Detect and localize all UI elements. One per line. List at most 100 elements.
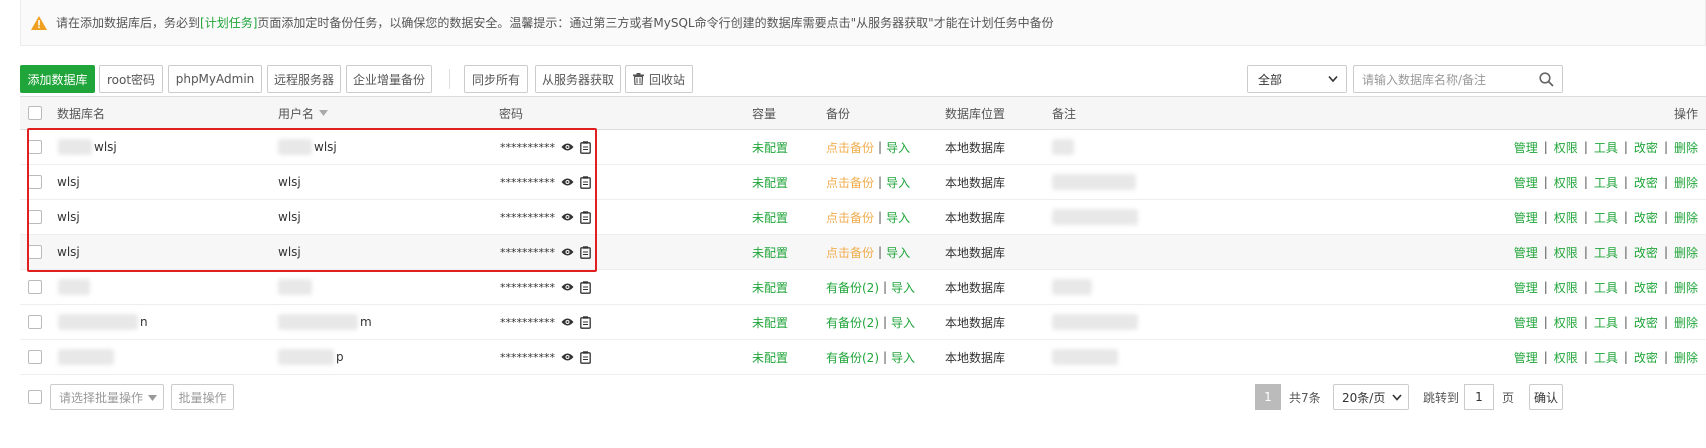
action-perm-link[interactable]: 权限: [1554, 314, 1578, 331]
backup-link[interactable]: 点击备份: [826, 244, 874, 261]
eye-icon[interactable]: [561, 317, 574, 327]
action-manage-link[interactable]: 管理: [1514, 174, 1538, 191]
capacity-status[interactable]: 未配置: [752, 270, 788, 304]
import-link[interactable]: 导入: [891, 279, 915, 296]
database-search-input[interactable]: 请输入数据库名称/备注: [1353, 65, 1563, 93]
action-perm-link[interactable]: 权限: [1554, 244, 1578, 261]
capacity-status[interactable]: 未配置: [752, 165, 788, 199]
import-link[interactable]: 导入: [886, 174, 910, 191]
copy-icon[interactable]: [580, 245, 591, 259]
action-perm-link[interactable]: 权限: [1554, 139, 1578, 156]
backup-link[interactable]: 点击备份: [826, 209, 874, 226]
row-checkbox[interactable]: [28, 210, 42, 224]
copy-icon[interactable]: [580, 280, 591, 294]
header-name[interactable]: 数据库名: [57, 97, 105, 129]
action-delete-link[interactable]: 删除: [1674, 209, 1698, 226]
backup-link[interactable]: 点击备份: [826, 139, 874, 156]
import-link[interactable]: 导入: [886, 244, 910, 261]
goto-confirm-button[interactable]: 确认: [1529, 384, 1563, 410]
backup-link[interactable]: 点击备份: [826, 174, 874, 191]
action-perm-link[interactable]: 权限: [1554, 209, 1578, 226]
footer-select-all-checkbox[interactable]: [28, 390, 42, 404]
enterprise-backup-button[interactable]: 企业增量备份: [346, 65, 432, 93]
action-perm-link[interactable]: 权限: [1554, 349, 1578, 366]
eye-icon[interactable]: [561, 282, 574, 292]
capacity-status[interactable]: 未配置: [752, 200, 788, 234]
copy-icon[interactable]: [580, 175, 591, 189]
row-checkbox[interactable]: [28, 315, 42, 329]
action-delete-link[interactable]: 删除: [1674, 349, 1698, 366]
header-user[interactable]: 用户名: [278, 97, 329, 129]
action-manage-link[interactable]: 管理: [1514, 209, 1538, 226]
import-link[interactable]: 导入: [891, 349, 915, 366]
action-tools-link[interactable]: 工具: [1594, 349, 1618, 366]
capacity-status[interactable]: 未配置: [752, 130, 788, 164]
action-manage-link[interactable]: 管理: [1514, 139, 1538, 156]
action-tools-link[interactable]: 工具: [1594, 244, 1618, 261]
backup-link[interactable]: 有备份(2): [826, 279, 879, 296]
fetch-from-server-button[interactable]: 从服务器获取: [535, 65, 621, 93]
action-change_pwd-link[interactable]: 改密: [1634, 209, 1658, 226]
capacity-status[interactable]: 未配置: [752, 235, 788, 269]
eye-icon[interactable]: [561, 247, 574, 257]
eye-icon[interactable]: [561, 177, 574, 187]
goto-page-input[interactable]: 1: [1464, 384, 1494, 410]
root-password-button[interactable]: root密码: [99, 65, 163, 93]
select-all-checkbox[interactable]: [28, 106, 42, 120]
import-link[interactable]: 导入: [886, 209, 910, 226]
search-icon[interactable]: [1539, 72, 1554, 87]
separator: |: [1623, 350, 1628, 364]
action-manage-link[interactable]: 管理: [1514, 314, 1538, 331]
row-checkbox[interactable]: [28, 140, 42, 154]
action-change_pwd-link[interactable]: 改密: [1634, 174, 1658, 191]
action-perm-link[interactable]: 权限: [1554, 279, 1578, 296]
row-checkbox[interactable]: [28, 280, 42, 294]
capacity-status[interactable]: 未配置: [752, 340, 788, 374]
import-link[interactable]: 导入: [886, 139, 910, 156]
eye-icon[interactable]: [561, 352, 574, 362]
action-tools-link[interactable]: 工具: [1594, 314, 1618, 331]
copy-icon[interactable]: [580, 350, 591, 364]
action-change_pwd-link[interactable]: 改密: [1634, 349, 1658, 366]
phpmyadmin-button[interactable]: phpMyAdmin: [168, 65, 262, 93]
capacity-status[interactable]: 未配置: [752, 305, 788, 339]
action-change_pwd-link[interactable]: 改密: [1634, 279, 1658, 296]
batch-action-select[interactable]: 请选择批量操作: [50, 384, 164, 410]
per-page-select[interactable]: 20条/页: [1333, 384, 1409, 410]
action-tools-link[interactable]: 工具: [1594, 139, 1618, 156]
action-manage-link[interactable]: 管理: [1514, 244, 1538, 261]
add-database-button[interactable]: 添加数据库: [20, 65, 95, 93]
import-link[interactable]: 导入: [891, 314, 915, 331]
action-tools-link[interactable]: 工具: [1594, 209, 1618, 226]
page-1-button[interactable]: 1: [1255, 384, 1281, 410]
action-tools-link[interactable]: 工具: [1594, 279, 1618, 296]
action-delete-link[interactable]: 删除: [1674, 314, 1698, 331]
action-tools-link[interactable]: 工具: [1594, 174, 1618, 191]
eye-icon[interactable]: [561, 142, 574, 152]
copy-icon[interactable]: [580, 315, 591, 329]
action-perm-link[interactable]: 权限: [1554, 174, 1578, 191]
action-manage-link[interactable]: 管理: [1514, 349, 1538, 366]
row-checkbox[interactable]: [28, 175, 42, 189]
action-manage-link[interactable]: 管理: [1514, 279, 1538, 296]
remote-server-button[interactable]: 远程服务器: [267, 65, 341, 93]
row-checkbox[interactable]: [28, 350, 42, 364]
backup-link[interactable]: 有备份(2): [826, 349, 879, 366]
batch-action-button[interactable]: 批量操作: [171, 384, 234, 410]
copy-icon[interactable]: [580, 210, 591, 224]
action-delete-link[interactable]: 删除: [1674, 139, 1698, 156]
row-checkbox[interactable]: [28, 245, 42, 259]
action-delete-link[interactable]: 删除: [1674, 279, 1698, 296]
action-change_pwd-link[interactable]: 改密: [1634, 314, 1658, 331]
copy-icon[interactable]: [580, 140, 591, 154]
action-delete-link[interactable]: 删除: [1674, 174, 1698, 191]
cron-task-link[interactable]: [计划任务]: [200, 14, 257, 31]
action-delete-link[interactable]: 删除: [1674, 244, 1698, 261]
action-change_pwd-link[interactable]: 改密: [1634, 139, 1658, 156]
eye-icon[interactable]: [561, 212, 574, 222]
database-filter-select[interactable]: 全部: [1247, 65, 1347, 93]
backup-link[interactable]: 有备份(2): [826, 314, 879, 331]
recycle-bin-button[interactable]: 回收站: [625, 65, 693, 93]
action-change_pwd-link[interactable]: 改密: [1634, 244, 1658, 261]
sync-all-button[interactable]: 同步所有: [464, 65, 528, 93]
